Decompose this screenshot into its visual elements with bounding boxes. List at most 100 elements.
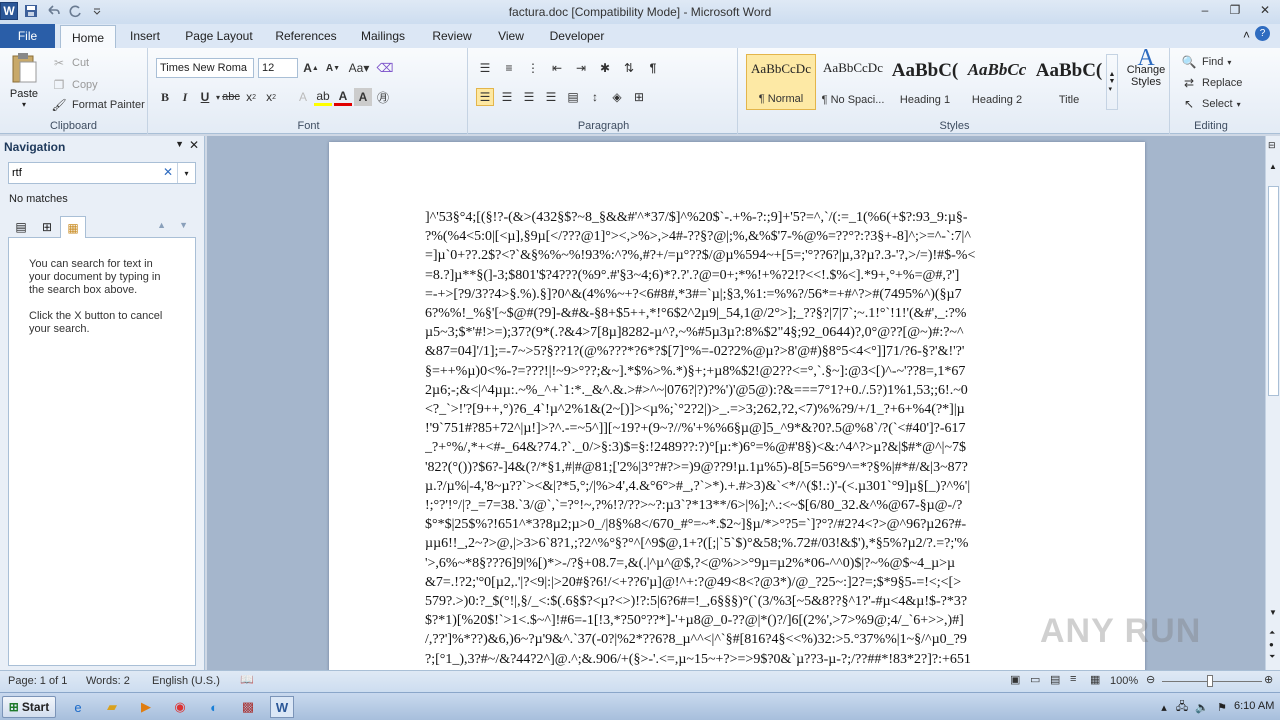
align-center-icon[interactable]: ☰ bbox=[498, 88, 516, 106]
distributed-icon[interactable]: ▤ bbox=[564, 88, 582, 106]
line-spacing-icon[interactable]: ↕ bbox=[586, 88, 604, 106]
previous-result-icon[interactable]: ▲ bbox=[157, 220, 166, 230]
print-layout-icon[interactable]: ▣ bbox=[1010, 673, 1020, 686]
font-name-combo[interactable]: Times New Roma bbox=[156, 58, 254, 78]
cut-button[interactable]: ✂ Cut bbox=[50, 54, 89, 72]
scroll-up-icon[interactable]: ▲ bbox=[1269, 162, 1277, 171]
minimize-icon[interactable]: – bbox=[1190, 0, 1220, 20]
clear-search-icon[interactable]: ✕ bbox=[163, 165, 173, 179]
styles-gallery-scroll[interactable]: ▲ ▼ ▾ bbox=[1106, 54, 1118, 110]
zoom-out-icon[interactable]: ⊖ bbox=[1146, 673, 1155, 686]
tab-review[interactable]: Review bbox=[424, 24, 480, 48]
page-count[interactable]: Page: 1 of 1 bbox=[8, 675, 67, 687]
ruler-toggle-icon[interactable]: ⊟ bbox=[1268, 140, 1276, 151]
navigation-menu-icon[interactable]: ▼ bbox=[175, 139, 184, 149]
tab-references[interactable]: References bbox=[270, 24, 342, 48]
web-layout-icon[interactable]: ▤ bbox=[1050, 673, 1060, 686]
restore-icon[interactable]: ❐ bbox=[1220, 0, 1250, 20]
explorer-icon[interactable]: ▰ bbox=[100, 696, 124, 718]
zoom-level[interactable]: 100% bbox=[1110, 675, 1138, 687]
increase-indent-icon[interactable]: ⇥ bbox=[572, 59, 590, 77]
italic-icon[interactable]: I bbox=[176, 88, 194, 106]
outline-icon[interactable]: ≡ bbox=[1070, 673, 1076, 685]
help-icon[interactable]: ? bbox=[1255, 26, 1270, 41]
underline-icon[interactable]: U bbox=[196, 88, 214, 106]
media-player-icon[interactable]: ▶ bbox=[134, 696, 158, 718]
word-taskbar-icon[interactable]: W bbox=[270, 696, 294, 718]
decrease-indent-icon[interactable]: ⇤ bbox=[548, 59, 566, 77]
superscript-icon[interactable]: x2 bbox=[262, 88, 280, 106]
tab-file[interactable]: File bbox=[0, 24, 55, 48]
zoom-slider-thumb[interactable] bbox=[1207, 675, 1213, 687]
tab-home[interactable]: Home bbox=[60, 25, 116, 49]
edge-icon[interactable]: ◐ bbox=[202, 696, 226, 718]
close-icon[interactable]: ✕ bbox=[1250, 0, 1280, 20]
font-color-icon[interactable]: A bbox=[334, 88, 353, 106]
tab-page-layout[interactable]: Page Layout bbox=[178, 24, 260, 48]
tab-view[interactable]: View bbox=[490, 24, 532, 48]
shading-icon[interactable]: ◈ bbox=[608, 88, 626, 106]
language-indicator[interactable]: English (U.S.) bbox=[152, 675, 220, 687]
character-shading-icon[interactable]: A bbox=[354, 88, 373, 106]
highlight-icon[interactable]: ab bbox=[314, 88, 333, 106]
tab-developer[interactable]: Developer bbox=[542, 24, 612, 48]
align-left-icon[interactable]: ☰ bbox=[476, 88, 494, 106]
zoom-in-icon[interactable]: ⊕ bbox=[1264, 673, 1273, 686]
document-text[interactable]: ]^'53§°4;[(§!?-(&>(432§$?~8_§&&#'^*37/$]… bbox=[425, 208, 1045, 670]
numbering-icon[interactable]: ≡ bbox=[500, 59, 518, 77]
style-normal[interactable]: AaBbCcDc ¶ Normal bbox=[746, 54, 816, 110]
style-title[interactable]: AaBbC( Title bbox=[1034, 54, 1104, 110]
word-count[interactable]: Words: 2 bbox=[86, 675, 130, 687]
grow-font-icon[interactable]: A ▲ bbox=[302, 59, 320, 77]
proofing-icon[interactable]: 📖 bbox=[240, 673, 254, 686]
asian-layout-icon[interactable]: ✱ bbox=[596, 59, 614, 77]
minimize-ribbon-icon[interactable]: ˄ bbox=[1243, 28, 1250, 42]
change-case-icon[interactable]: Aa▾ bbox=[346, 59, 372, 77]
draft-icon[interactable]: ▦ bbox=[1090, 673, 1100, 686]
browse-results-tab[interactable]: ▦ bbox=[60, 216, 86, 239]
next-result-icon[interactable]: ▼ bbox=[179, 220, 188, 230]
enclose-character-icon[interactable]: ㊊ bbox=[374, 88, 392, 106]
navigation-search-input[interactable] bbox=[9, 163, 159, 183]
copy-button[interactable]: ❐ Copy bbox=[50, 76, 98, 94]
sort-icon[interactable]: ⇅ bbox=[620, 59, 638, 77]
subscript-icon[interactable]: x2 bbox=[242, 88, 260, 106]
align-right-icon[interactable]: ☰ bbox=[520, 88, 538, 106]
style-heading-2[interactable]: AaBbCc Heading 2 bbox=[962, 54, 1032, 110]
bullets-icon[interactable]: ☰ bbox=[476, 59, 494, 77]
select-button[interactable]: ↖ Select ▾ bbox=[1180, 95, 1241, 113]
flag-icon[interactable]: ⚑ bbox=[1210, 696, 1234, 718]
clock[interactable]: 6:10 AM bbox=[1234, 700, 1274, 712]
app-icon[interactable]: ▩ bbox=[236, 696, 260, 718]
clear-formatting-icon[interactable]: ⌫ bbox=[376, 59, 394, 77]
ie-icon[interactable]: e bbox=[66, 696, 90, 718]
navigation-close-icon[interactable]: ✕ bbox=[189, 138, 199, 152]
replace-button[interactable]: ⇄ Replace bbox=[1180, 74, 1242, 92]
chrome-icon[interactable]: ◉ bbox=[168, 696, 192, 718]
find-button[interactable]: 🔍 Find ▾ bbox=[1180, 53, 1232, 71]
strikethrough-icon[interactable]: abc bbox=[222, 88, 240, 106]
full-screen-reading-icon[interactable]: ▭ bbox=[1030, 673, 1040, 686]
justify-icon[interactable]: ☰ bbox=[542, 88, 560, 106]
style-no-spacing[interactable]: AaBbCcDc ¶ No Spaci... bbox=[818, 54, 888, 110]
scroll-thumb[interactable] bbox=[1268, 186, 1279, 396]
next-page-icon[interactable]: ⏷ bbox=[1269, 652, 1275, 662]
browse-pages-tab[interactable]: ⊞ bbox=[34, 216, 60, 238]
show-formatting-marks-icon[interactable]: ¶ bbox=[644, 59, 662, 77]
shrink-font-icon[interactable]: A ▼ bbox=[324, 59, 342, 77]
previous-page-icon[interactable]: ⏶ bbox=[1269, 628, 1275, 638]
borders-icon[interactable]: ⊞ bbox=[630, 88, 648, 106]
select-browse-object-icon[interactable]: ● bbox=[1269, 640, 1274, 649]
tab-mailings[interactable]: Mailings bbox=[352, 24, 414, 48]
search-options-icon[interactable]: ▾ bbox=[177, 163, 195, 183]
document-page[interactable]: ]^'53§°4;[(§!?-(&>(432§$?~8_§&&#'^*37/$]… bbox=[329, 142, 1145, 670]
style-heading-1[interactable]: AaBbC( Heading 1 bbox=[890, 54, 960, 110]
text-effects-icon[interactable]: A bbox=[294, 88, 312, 106]
scroll-down-icon[interactable]: ▼ bbox=[1269, 608, 1277, 617]
paste-button[interactable]: Paste ▾ bbox=[6, 52, 42, 112]
font-size-combo[interactable]: 12 bbox=[258, 58, 298, 78]
vertical-scrollbar[interactable]: ⊟ ▲ ▼ ⏶ ● ⏷ bbox=[1265, 136, 1280, 670]
start-button[interactable]: ⊞ Start bbox=[2, 696, 56, 718]
format-painter-button[interactable]: 🖌 Format Painter bbox=[50, 96, 144, 114]
bold-icon[interactable]: B bbox=[156, 88, 174, 106]
